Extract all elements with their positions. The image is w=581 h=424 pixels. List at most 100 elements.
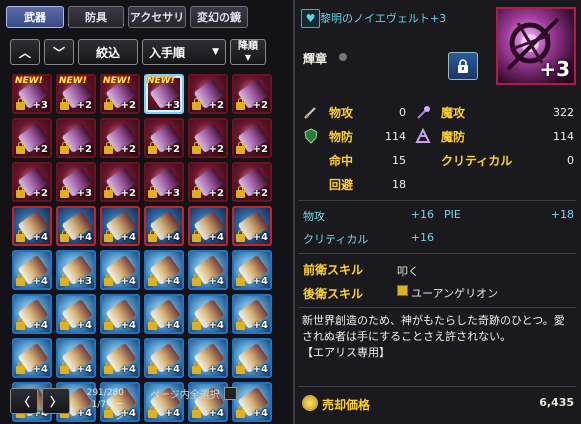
inventory-item[interactable]: +4 (188, 206, 228, 246)
inventory-item[interactable]: NEW! +3 (144, 74, 184, 114)
inventory-item[interactable]: +2 (232, 118, 272, 158)
inventory-item[interactable]: +2 (100, 118, 140, 158)
tab-armor[interactable]: 防具 (68, 6, 124, 28)
item-plus-level: +2 (252, 188, 268, 199)
select-all[interactable]: ページ内全選択 (150, 386, 237, 401)
new-badge: NEW! (59, 76, 87, 86)
inventory-panel: 武器 防具 アクセサリ 変幻の鏡 ︿ ﹀ 絞込 入手順 ▼ 降順 ▼ NEW! +… (0, 0, 293, 424)
inventory-item[interactable]: +4 (188, 294, 228, 334)
inventory-item[interactable]: +4 (12, 250, 52, 290)
inventory-item[interactable]: +2 (188, 162, 228, 202)
lock-icon (458, 59, 468, 73)
inventory-item[interactable]: +2 (188, 118, 228, 158)
inventory-item[interactable]: NEW! +2 (56, 74, 96, 114)
item-plus-level: +4 (164, 276, 180, 287)
inventory-item[interactable]: +4 (100, 338, 140, 378)
lock-icon (236, 98, 245, 110)
inventory-item[interactable]: +3 (56, 162, 96, 202)
tab-mirror[interactable]: 変幻の鏡 (190, 6, 248, 28)
sort-select[interactable]: 入手順 ▼ (142, 39, 226, 65)
inventory-item[interactable]: +4 (100, 294, 140, 334)
inventory-item[interactable]: +2 (232, 74, 272, 114)
inventory-item[interactable]: +4 (144, 294, 184, 334)
inventory-item[interactable]: +2 (100, 162, 140, 202)
lock-icon (60, 318, 69, 330)
bonus-pie-label: PIE (444, 208, 461, 221)
inventory-item[interactable]: +4 (100, 206, 140, 246)
order-button[interactable]: 降順 ▼ (230, 39, 266, 65)
inventory-item[interactable]: +4 (144, 250, 184, 290)
magic-wand-icon (417, 106, 430, 119)
tab-accessory[interactable]: アクセサリ (128, 6, 186, 28)
coin-icon (302, 395, 318, 411)
lock-icon (104, 186, 113, 198)
inventory-item[interactable]: +4 (56, 338, 96, 378)
lock-icon (148, 406, 157, 418)
stat-eva-label: 回避 (329, 178, 354, 192)
lock-icon (104, 274, 113, 286)
item-plus-level: +2 (164, 144, 180, 155)
favorite-heart-icon[interactable]: ♥ (301, 9, 320, 28)
inventory-item[interactable]: +4 (232, 338, 272, 378)
new-badge: NEW! (147, 76, 175, 86)
lock-icon (60, 230, 69, 242)
inventory-item[interactable]: +2 (12, 162, 52, 202)
inventory-item[interactable]: +4 (232, 250, 272, 290)
lock-icon (104, 362, 113, 374)
inventory-item[interactable]: +3 (56, 250, 96, 290)
inventory-item[interactable]: +2 (144, 118, 184, 158)
inventory-item[interactable]: +4 (232, 206, 272, 246)
inventory-item[interactable]: +2 (188, 74, 228, 114)
inventory-item[interactable]: +4 (144, 206, 184, 246)
lock-icon (236, 318, 245, 330)
pager: 〈 〉 (10, 388, 70, 414)
prev-page-button[interactable]: 〈 (10, 388, 38, 414)
inventory-item[interactable]: +4 (188, 338, 228, 378)
stat-pdef-value: 114 (385, 130, 406, 143)
inventory-item[interactable]: +4 (232, 294, 272, 334)
item-plus-level: +4 (120, 364, 136, 375)
inventory-item[interactable]: +2 (56, 118, 96, 158)
tab-weapon[interactable]: 武器 (6, 6, 64, 28)
inventory-item[interactable]: +4 (232, 382, 272, 422)
skill-type-icon (397, 285, 408, 296)
inventory-item[interactable]: NEW! +3 (12, 74, 52, 114)
order-label: 降順 (238, 41, 258, 52)
new-badge: NEW! (15, 76, 43, 86)
item-plus-level: +4 (208, 320, 224, 331)
scroll-down-button[interactable]: ﹀ (44, 39, 74, 65)
inventory-item[interactable]: +4 (188, 250, 228, 290)
inventory-item[interactable]: +3 (144, 162, 184, 202)
inventory-item[interactable]: +4 (56, 206, 96, 246)
stat-matk-label: 魔攻 (441, 106, 466, 120)
item-plus-level: +2 (252, 144, 268, 155)
filter-button[interactable]: 絞込 (78, 39, 138, 65)
inventory-item[interactable]: +2 (12, 118, 52, 158)
inventory-item[interactable]: +4 (56, 294, 96, 334)
inventory-item[interactable]: +4 (12, 294, 52, 334)
item-plus-level: +3 (32, 100, 48, 111)
inventory-item[interactable]: +2 (232, 162, 272, 202)
inventory-item[interactable]: +4 (12, 206, 52, 246)
lock-icon (148, 318, 157, 330)
item-plus-level: +4 (252, 408, 268, 419)
scroll-up-button[interactable]: ︿ (10, 39, 40, 65)
inventory-item[interactable]: +4 (100, 250, 140, 290)
shield-icon (304, 128, 318, 144)
lock-icon (236, 230, 245, 242)
item-plus-level: +4 (76, 364, 92, 375)
lock-icon (192, 362, 201, 374)
next-page-button[interactable]: 〉 (42, 388, 70, 414)
lock-icon (148, 142, 157, 154)
inventory-item[interactable]: +4 (144, 338, 184, 378)
description-text: 新世界創造のため、神がもたらした奇跡のひとつ。愛されぬ者は手にすることさえ許され… (302, 314, 565, 343)
item-plus-level: +4 (32, 276, 48, 287)
item-plus-level: +4 (208, 408, 224, 419)
inventory-item[interactable]: +4 (12, 338, 52, 378)
item-plus-level: +2 (208, 144, 224, 155)
lock-icon (236, 142, 245, 154)
lock-icon (104, 142, 113, 154)
inventory-item[interactable]: NEW! +2 (100, 74, 140, 114)
select-all-checkbox[interactable] (223, 387, 237, 400)
lock-toggle-button[interactable] (448, 52, 478, 80)
